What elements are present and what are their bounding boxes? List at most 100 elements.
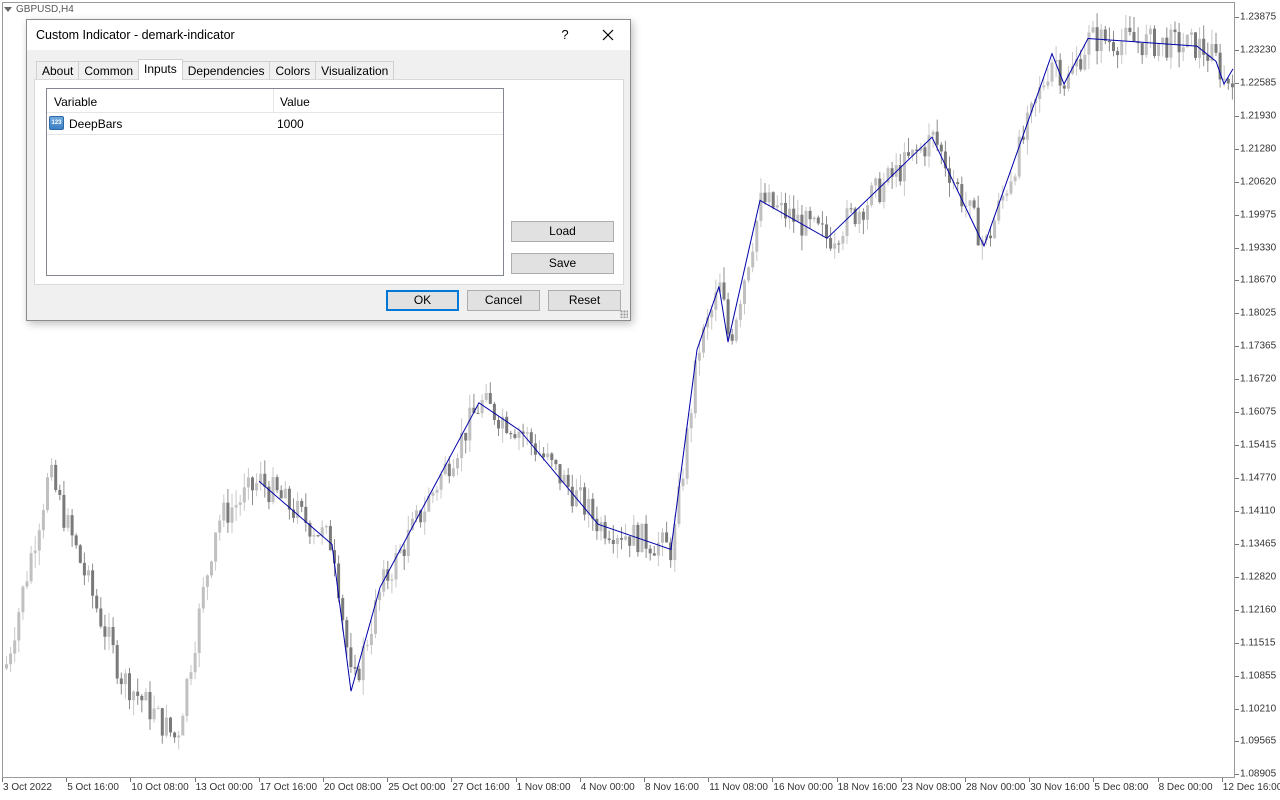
candle-body bbox=[1120, 41, 1124, 56]
resize-grip-icon[interactable] bbox=[620, 310, 628, 318]
candle-body bbox=[33, 550, 37, 554]
candle-body bbox=[734, 319, 738, 341]
candle-body bbox=[1099, 29, 1103, 52]
candle-body bbox=[878, 178, 882, 203]
candle-body bbox=[1079, 59, 1083, 70]
candle-body bbox=[300, 500, 304, 507]
tab-dependencies[interactable]: Dependencies bbox=[181, 61, 271, 80]
dialog-titlebar[interactable]: Custom Indicator - demark-indicator ? bbox=[27, 20, 630, 50]
candle-body bbox=[603, 521, 607, 539]
candle-body bbox=[640, 523, 644, 553]
candle-body bbox=[111, 626, 115, 646]
candle-body bbox=[246, 477, 250, 488]
price-label: 1.14770 bbox=[1240, 472, 1277, 484]
candle-body bbox=[1124, 27, 1128, 42]
cancel-button[interactable]: Cancel bbox=[467, 290, 540, 311]
candle-body bbox=[148, 692, 152, 720]
tab-common[interactable]: Common bbox=[78, 61, 140, 80]
price-tick bbox=[1235, 280, 1239, 282]
candle-body bbox=[476, 412, 480, 414]
ok-button[interactable]: OK bbox=[386, 290, 459, 311]
candle-body bbox=[353, 667, 357, 669]
price-tick bbox=[1235, 82, 1239, 84]
inputs-table[interactable]: Variable Value 123 DeepBars 1000 bbox=[46, 88, 504, 276]
candle-body bbox=[726, 299, 730, 335]
candle-body bbox=[956, 182, 960, 185]
price-tick bbox=[1235, 774, 1239, 776]
dialog-title: Custom Indicator - demark-indicator bbox=[36, 28, 235, 42]
candle-body bbox=[517, 431, 521, 438]
candle-body bbox=[435, 489, 439, 493]
candle-body bbox=[173, 732, 177, 738]
save-button[interactable]: Save bbox=[511, 253, 614, 274]
candle-body bbox=[275, 477, 279, 491]
price-label: 1.16075 bbox=[1240, 406, 1277, 418]
candle-body bbox=[41, 510, 45, 531]
candle-body bbox=[349, 647, 353, 668]
price-tick bbox=[1235, 49, 1239, 51]
tab-visualization[interactable]: Visualization bbox=[315, 61, 395, 80]
candle-body bbox=[242, 487, 246, 503]
price-tick bbox=[1235, 412, 1239, 414]
price-label: 1.10855 bbox=[1240, 670, 1277, 682]
candle-body bbox=[1169, 29, 1173, 58]
candle-body bbox=[1222, 78, 1226, 80]
candle-body bbox=[99, 608, 103, 627]
candle-body bbox=[140, 695, 144, 701]
tab-inputs[interactable]: Inputs bbox=[138, 59, 183, 80]
candle-body bbox=[849, 208, 853, 210]
candle-body bbox=[747, 267, 751, 281]
close-button[interactable] bbox=[591, 24, 625, 46]
candle-body bbox=[70, 515, 74, 536]
help-button[interactable]: ? bbox=[555, 24, 575, 46]
price-tick bbox=[1235, 148, 1239, 150]
price-label: 1.21280 bbox=[1240, 143, 1277, 155]
price-label: 1.23875 bbox=[1240, 11, 1277, 23]
column-separator[interactable] bbox=[273, 89, 274, 112]
candle-body bbox=[456, 458, 459, 469]
load-button[interactable]: Load bbox=[511, 221, 614, 242]
time-label: 13 Oct 00:00 bbox=[195, 782, 253, 793]
price-tick bbox=[1235, 115, 1239, 117]
column-header-variable[interactable]: Variable bbox=[54, 95, 97, 109]
candle-body bbox=[1194, 32, 1197, 58]
candle-body bbox=[738, 303, 742, 320]
candle-body bbox=[550, 453, 554, 461]
time-label: 11 Nov 08:00 bbox=[709, 782, 768, 793]
candle-body bbox=[37, 530, 41, 551]
candle-body bbox=[402, 549, 406, 556]
candle-body bbox=[1157, 43, 1161, 57]
candle-body bbox=[312, 535, 316, 537]
symbol-title[interactable]: GBPUSD,H4 bbox=[4, 4, 74, 15]
candle-body bbox=[29, 553, 33, 582]
price-label: 1.13465 bbox=[1240, 538, 1277, 550]
candle-body bbox=[423, 511, 427, 523]
price-label: 1.19975 bbox=[1240, 209, 1277, 221]
candle-body bbox=[1116, 51, 1120, 56]
candle-body bbox=[1013, 176, 1017, 182]
candle-body bbox=[103, 626, 107, 637]
price-tick bbox=[1235, 576, 1239, 578]
candle-body bbox=[615, 538, 619, 545]
price-label: 1.18670 bbox=[1240, 274, 1277, 286]
candle-body bbox=[197, 608, 201, 653]
candle-body bbox=[193, 652, 197, 673]
column-header-value[interactable]: Value bbox=[280, 95, 310, 109]
candle-body bbox=[591, 498, 595, 519]
reset-button[interactable]: Reset bbox=[548, 290, 621, 311]
dropdown-triangle-icon[interactable] bbox=[4, 7, 12, 12]
candle-body bbox=[1226, 78, 1230, 84]
tab-about[interactable]: About bbox=[36, 61, 80, 80]
price-label: 1.12820 bbox=[1240, 571, 1277, 583]
candle-body bbox=[808, 210, 812, 220]
candle-body bbox=[365, 645, 369, 647]
candle-body bbox=[230, 507, 234, 523]
param-value[interactable]: 1000 bbox=[277, 117, 304, 131]
tab-colors[interactable]: Colors bbox=[269, 61, 317, 80]
candle-body bbox=[431, 492, 435, 496]
table-row[interactable]: 123 DeepBars 1000 bbox=[47, 113, 503, 135]
candle-body bbox=[779, 202, 783, 206]
candle-body bbox=[234, 504, 238, 508]
candle-body bbox=[759, 192, 763, 221]
candle-body bbox=[804, 210, 808, 236]
